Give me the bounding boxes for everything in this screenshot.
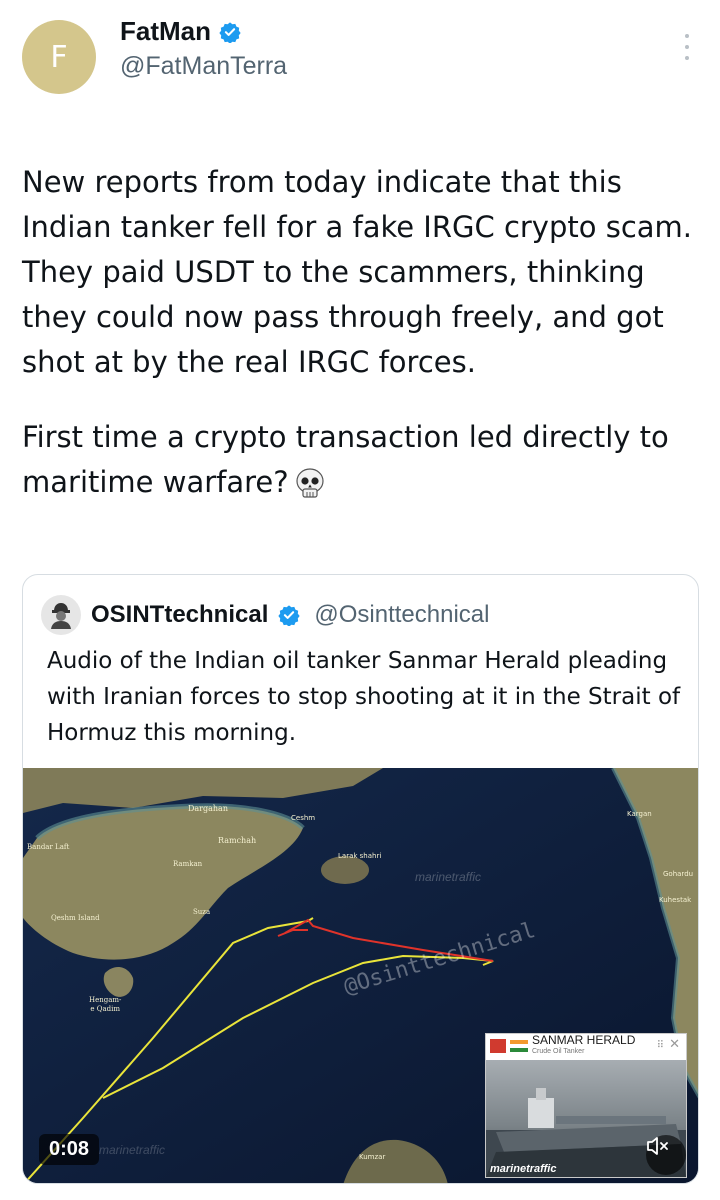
marinetraffic-watermark-bottom: marinetraffic	[99, 1143, 166, 1157]
map-label-dargahan: Dargahan	[188, 804, 228, 813]
video-timestamp: 0:08	[39, 1134, 100, 1165]
quoted-tweet-header: OSINTtechnical @Osinttechnical	[41, 595, 489, 635]
map-label-suza: Suza	[193, 908, 211, 916]
close-icon[interactable]: ✕	[669, 1037, 680, 1052]
quoted-tweet-card[interactable]: OSINTtechnical @Osinttechnical Audio of …	[22, 574, 699, 1184]
author-display-name[interactable]: FatMan	[120, 16, 211, 47]
tweet-text: New reports from today indicate that thi…	[22, 160, 702, 505]
author-handle[interactable]: @FatManTerra	[120, 52, 287, 81]
tweet-paragraph-2: First time a crypto transaction led dire…	[22, 415, 702, 505]
map-label-bandar-laft: Bandar Laft	[27, 843, 70, 851]
author-name-row: FatMan	[120, 16, 241, 47]
mute-button[interactable]	[646, 1135, 686, 1175]
quoted-verified-badge-icon	[278, 605, 301, 626]
map-label-kuhestak: Kuhestak	[659, 896, 692, 904]
speaker-muted-icon	[647, 1137, 668, 1155]
skull-icon	[296, 468, 324, 498]
map-label-ramchah: Ramchah	[218, 836, 257, 845]
more-options-icon[interactable]	[682, 34, 692, 60]
map-label-larak: Larak shahri	[338, 852, 382, 860]
map-label-ramkan: Ramkan	[173, 860, 203, 868]
quoted-author-name[interactable]: OSINTtechnical	[91, 601, 268, 629]
vessel-type: Crude Oil Tanker	[532, 1048, 585, 1055]
verified-badge-icon	[219, 21, 241, 43]
vessel-name: SANMAR HERALD	[532, 1033, 636, 1047]
map-label-hengam: Hengam- e Qadim	[89, 996, 122, 1013]
map-label-gohardu: Gohardu	[663, 870, 694, 878]
vessel-title: SANMAR HERALD Crude Oil Tanker	[532, 1033, 636, 1057]
marinetraffic-logo-icon	[490, 1039, 506, 1053]
map-label-kumzar: Kumzar	[359, 1153, 386, 1161]
map-label-kargan: Kargan	[627, 810, 652, 818]
tweet-paragraph-2-text: First time a crypto transaction led dire…	[22, 420, 678, 499]
grid-icon[interactable]: ⠿	[657, 1040, 664, 1051]
map-label-ceshm: Ceshm	[291, 814, 316, 822]
tweet-paragraph-1: New reports from today indicate that thi…	[22, 165, 702, 379]
quoted-tweet-text: Audio of the Indian oil tanker Sanmar He…	[47, 648, 681, 746]
vessel-photo-watermark: marinetraffic	[490, 1163, 557, 1175]
author-avatar[interactable]: F	[22, 20, 96, 94]
india-flag-icon	[510, 1040, 528, 1052]
quoted-author-avatar[interactable]	[41, 595, 81, 635]
soldier-icon	[51, 603, 71, 629]
video-player[interactable]: Dargahan Ceshm Ramchah Bandar Laft Ramka…	[23, 768, 698, 1183]
map-label-qeshm-island: Qeshm Island	[51, 914, 100, 922]
quoted-author-handle[interactable]: @Osinttechnical	[314, 601, 489, 629]
marinetraffic-watermark: marinetraffic	[415, 870, 482, 884]
